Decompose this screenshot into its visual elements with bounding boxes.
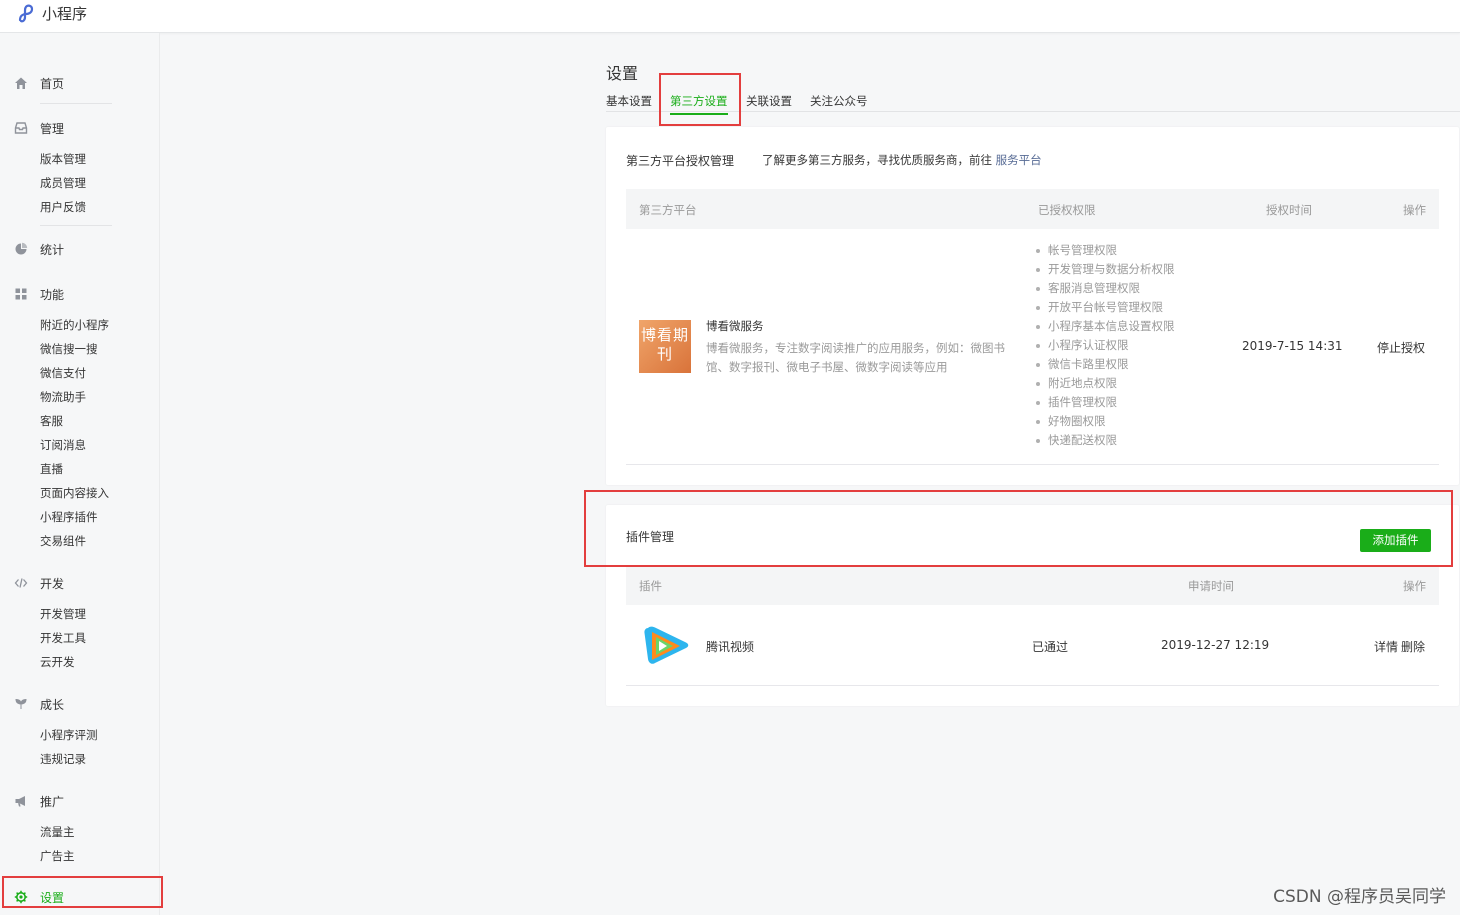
plugin-delete-link[interactable]: 删除 xyxy=(1401,638,1425,655)
sidebar-item-evaluation[interactable]: 小程序评测 xyxy=(40,727,98,743)
sidebar-item-label: 成长 xyxy=(40,697,65,712)
permission-item: 附近地点权限 xyxy=(1034,374,1175,393)
auth-time: 2019-7-15 14:31 xyxy=(1242,339,1343,353)
sidebar-item-label: 管理 xyxy=(40,121,65,136)
permission-item: 微信卡路里权限 xyxy=(1034,355,1175,374)
sidebar-item-features[interactable]: 功能 xyxy=(14,285,64,303)
megaphone-icon xyxy=(15,796,25,807)
sidebar-item-label: 功能 xyxy=(40,287,65,302)
sidebar-item-dev-manage[interactable]: 开发管理 xyxy=(40,606,86,622)
col-platform: 第三方平台 xyxy=(639,203,697,217)
permission-item: 帐号管理权限 xyxy=(1034,241,1175,260)
plugin-apply-time: 2019-12-27 12:19 xyxy=(1161,638,1270,652)
sidebar-item-label: 开发 xyxy=(40,576,65,591)
sidebar: 首页 管理 版本管理 成员管理 用户反馈 统计 功能 附近的小程序 微信搜一搜 … xyxy=(0,33,160,915)
plugin-status: 已通过 xyxy=(1032,640,1069,654)
watermark: CSDN @程序员吴同学 xyxy=(1273,887,1446,907)
grid-icon xyxy=(15,288,27,300)
sidebar-item-dev[interactable]: 开发 xyxy=(14,574,64,592)
sidebar-item-cloud[interactable]: 云开发 xyxy=(40,654,75,670)
plugin-detail-link[interactable]: 详情 xyxy=(1374,638,1398,655)
sidebar-item-violations[interactable]: 违规记录 xyxy=(40,751,86,767)
mini-program-logo-icon xyxy=(18,4,34,22)
sidebar-item-growth[interactable]: 成长 xyxy=(14,695,64,713)
sidebar-item-members[interactable]: 成员管理 xyxy=(40,175,86,191)
divider xyxy=(40,225,112,226)
sidebar-item-logistics[interactable]: 物流助手 xyxy=(40,389,86,405)
permission-item: 快递配送权限 xyxy=(1034,431,1175,450)
revoke-auth-link[interactable]: 停止授权 xyxy=(1377,339,1425,356)
col-auth-time: 授权时间 xyxy=(1266,203,1312,217)
sidebar-item-feedback[interactable]: 用户反馈 xyxy=(40,199,86,215)
tab-linked[interactable]: 关联设置 xyxy=(746,93,792,113)
pie-chart-icon xyxy=(15,242,28,255)
sidebar-item-nearby[interactable]: 附近的小程序 xyxy=(40,317,109,333)
sidebar-item-plugins[interactable]: 小程序插件 xyxy=(40,509,98,525)
sidebar-item-advertiser[interactable]: 广告主 xyxy=(40,848,75,864)
sidebar-item-label: 首页 xyxy=(40,76,65,91)
app-logo[interactable]: 小程序 xyxy=(16,3,87,24)
service-name: 博看微服务 xyxy=(706,319,764,333)
tab-basic[interactable]: 基本设置 xyxy=(606,93,652,113)
main-content: 设置 基本设置 第三方设置 关联设置 关注公众号 第三方平台授权管理 了解更多第… xyxy=(160,33,1460,915)
sidebar-item-promo[interactable]: 推广 xyxy=(14,792,64,810)
permission-item: 插件管理权限 xyxy=(1034,393,1175,412)
tab-follow-account[interactable]: 关注公众号 xyxy=(810,93,868,113)
sidebar-item-service[interactable]: 客服 xyxy=(40,413,63,429)
permission-list: 帐号管理权限 开发管理与数据分析权限 客服消息管理权限 开放平台帐号管理权限 小… xyxy=(1034,241,1175,450)
page-title: 设置 xyxy=(606,64,639,83)
sidebar-item-pay[interactable]: 微信支付 xyxy=(40,365,86,381)
third-party-hint: 了解更多第三方服务，寻找优质服务商，前往 服务平台 xyxy=(762,152,1042,168)
plugin-name: 腾讯视频 xyxy=(706,640,755,654)
col-permissions: 已授权权限 xyxy=(1038,203,1096,217)
sidebar-item-manage[interactable]: 管理 xyxy=(14,119,64,137)
third-party-table-header: 第三方平台 已授权权限 授权时间 操作 xyxy=(626,189,1439,229)
permission-item: 客服消息管理权限 xyxy=(1034,279,1175,298)
app-title: 小程序 xyxy=(42,5,88,23)
permission-item: 开发管理与数据分析权限 xyxy=(1034,260,1175,279)
sidebar-item-live[interactable]: 直播 xyxy=(40,461,63,477)
sidebar-item-trade[interactable]: 交易组件 xyxy=(40,533,86,549)
sprout-icon xyxy=(15,698,27,709)
third-party-title: 第三方平台授权管理 xyxy=(626,154,735,168)
service-thumbnail: 博看期刊 xyxy=(639,320,691,373)
hint-text: 了解更多第三方服务，寻找优质服务商，前往 xyxy=(762,153,992,167)
permission-item: 开放平台帐号管理权限 xyxy=(1034,298,1175,317)
sidebar-item-dev-tools[interactable]: 开发工具 xyxy=(40,630,86,646)
third-party-card: 第三方平台授权管理 了解更多第三方服务，寻找优质服务商，前往 服务平台 第三方平… xyxy=(606,127,1459,485)
code-icon xyxy=(14,578,28,588)
sidebar-item-label: 推广 xyxy=(40,794,65,809)
plugin-table-header: 插件 申请时间 操作 xyxy=(626,565,1439,605)
col-apply-time: 申请时间 xyxy=(1188,579,1234,593)
row-divider xyxy=(626,685,1439,686)
col-actions: 操作 xyxy=(1403,203,1426,217)
sidebar-item-stats[interactable]: 统计 xyxy=(14,240,64,258)
col-actions: 操作 xyxy=(1403,579,1426,593)
service-platform-link[interactable]: 服务平台 xyxy=(996,153,1042,167)
top-bar: 小程序 xyxy=(0,0,1460,33)
sidebar-item-page-content[interactable]: 页面内容接入 xyxy=(40,485,109,501)
sidebar-item-subscribe[interactable]: 订阅消息 xyxy=(40,437,86,453)
sidebar-item-version[interactable]: 版本管理 xyxy=(40,151,86,167)
service-description: 博看微服务，专注数字阅读推广的应用服务，例如：微图书馆、数字报刊、微电子书屋、微… xyxy=(706,341,1005,374)
tencent-video-icon xyxy=(644,626,689,664)
sidebar-item-home[interactable]: 首页 xyxy=(14,74,64,92)
highlight-box-tab xyxy=(659,73,741,126)
permission-item: 小程序基本信息设置权限 xyxy=(1034,317,1175,336)
sidebar-item-publisher[interactable]: 流量主 xyxy=(40,824,75,840)
highlight-box-plugin-header xyxy=(584,490,1453,567)
home-icon xyxy=(15,77,27,89)
sidebar-item-search[interactable]: 微信搜一搜 xyxy=(40,341,98,357)
sidebar-item-label: 统计 xyxy=(40,242,65,257)
permission-item: 小程序认证权限 xyxy=(1034,336,1175,355)
inbox-icon xyxy=(14,122,28,134)
row-divider xyxy=(626,464,1439,465)
permission-item: 好物圈权限 xyxy=(1034,412,1175,431)
highlight-box-settings xyxy=(2,876,163,908)
col-plugin: 插件 xyxy=(639,579,662,593)
divider xyxy=(40,103,112,104)
